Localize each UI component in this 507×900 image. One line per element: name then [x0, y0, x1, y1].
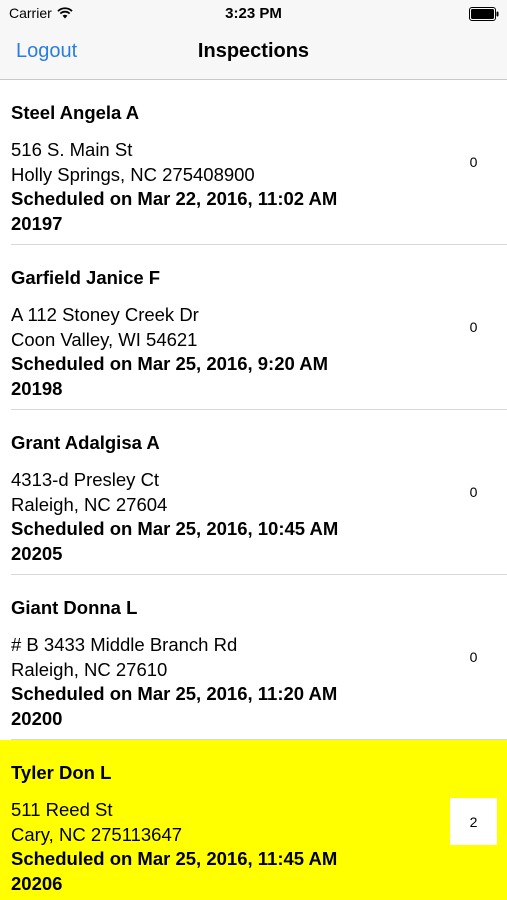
status-bar: Carrier 3:23 PM [0, 0, 507, 28]
inspection-details: A 112 Stoney Creek Dr Coon Valley, WI 54… [11, 303, 328, 401]
inspection-address-line1: # B 3433 Middle Branch Rd [11, 634, 238, 655]
inspection-scheduled: Scheduled on Mar 25, 2016, 11:45 AM [11, 848, 338, 869]
inspection-details: 4313-d Presley Ct Raleigh, NC 27604 Sche… [11, 468, 338, 566]
inspection-row[interactable]: Steel Angela A 516 S. Main St Holly Spri… [0, 80, 507, 245]
inspection-id: 20198 [11, 377, 63, 399]
inspection-count-badge: 2 [450, 798, 497, 845]
inspection-name: Steel Angela A [11, 102, 140, 123]
inspection-name: Giant Donna L [11, 597, 138, 618]
inspection-list: Steel Angela A 516 S. Main St Holly Spri… [0, 80, 507, 900]
inspection-address-line1: 516 S. Main St [11, 139, 133, 160]
inspection-address-line2: Raleigh, NC 27610 [11, 658, 168, 680]
inspection-row[interactable]: Giant Donna L # B 3433 Middle Branch Rd … [0, 575, 507, 740]
inspection-address-line1: 4313-d Presley Ct [11, 469, 160, 490]
inspection-id: 20197 [11, 212, 63, 234]
inspection-address-line2: Coon Valley, WI 54621 [11, 328, 198, 350]
inspection-count-badge: 0 [469, 153, 478, 170]
status-time: 3:23 PM [225, 5, 282, 22]
inspection-count-badge: 0 [469, 318, 478, 335]
inspection-address-line1: A 112 Stoney Creek Dr [11, 304, 199, 325]
inspection-id: 20200 [11, 707, 63, 729]
inspection-name: Garfield Janice F [11, 267, 161, 288]
screen: Carrier 3:23 PM Logout Inspections Steel… [0, 0, 507, 900]
inspection-scheduled: Scheduled on Mar 22, 2016, 11:02 AM [11, 188, 338, 209]
inspection-count-badge: 0 [469, 648, 478, 665]
inspection-address-line2: Cary, NC 275113647 [11, 823, 183, 845]
inspection-row[interactable]: Garfield Janice F A 112 Stoney Creek Dr … [0, 245, 507, 410]
inspection-row[interactable]: Tyler Don L 511 Reed St Cary, NC 2751136… [0, 740, 507, 900]
inspection-address-line2: Holly Springs, NC 275408900 [11, 163, 255, 185]
inspection-scheduled: Scheduled on Mar 25, 2016, 10:45 AM [11, 518, 339, 539]
navigation-bar: Logout Inspections [0, 28, 507, 80]
inspection-details: 516 S. Main St Holly Springs, NC 2754089… [11, 138, 337, 236]
inspection-address-line2: Raleigh, NC 27604 [11, 493, 168, 515]
inspection-id: 20205 [11, 542, 63, 564]
inspection-name: Grant Adalgisa A [11, 432, 160, 453]
inspection-id: 20206 [11, 872, 63, 894]
inspection-scheduled: Scheduled on Mar 25, 2016, 9:20 AM [11, 353, 329, 374]
inspection-scheduled: Scheduled on Mar 25, 2016, 11:20 AM [11, 683, 338, 704]
inspection-address-line1: 511 Reed St [11, 799, 113, 820]
inspection-name: Tyler Don L [11, 762, 112, 783]
inspection-details: 511 Reed St Cary, NC 275113647 Scheduled… [11, 798, 337, 896]
inspection-details: # B 3433 Middle Branch Rd Raleigh, NC 27… [11, 633, 337, 731]
battery-full-icon [469, 7, 499, 21]
page-title: Inspections [197, 40, 310, 62]
inspection-count-badge: 0 [469, 483, 478, 500]
inspection-row[interactable]: Grant Adalgisa A 4313-d Presley Ct Ralei… [0, 410, 507, 575]
